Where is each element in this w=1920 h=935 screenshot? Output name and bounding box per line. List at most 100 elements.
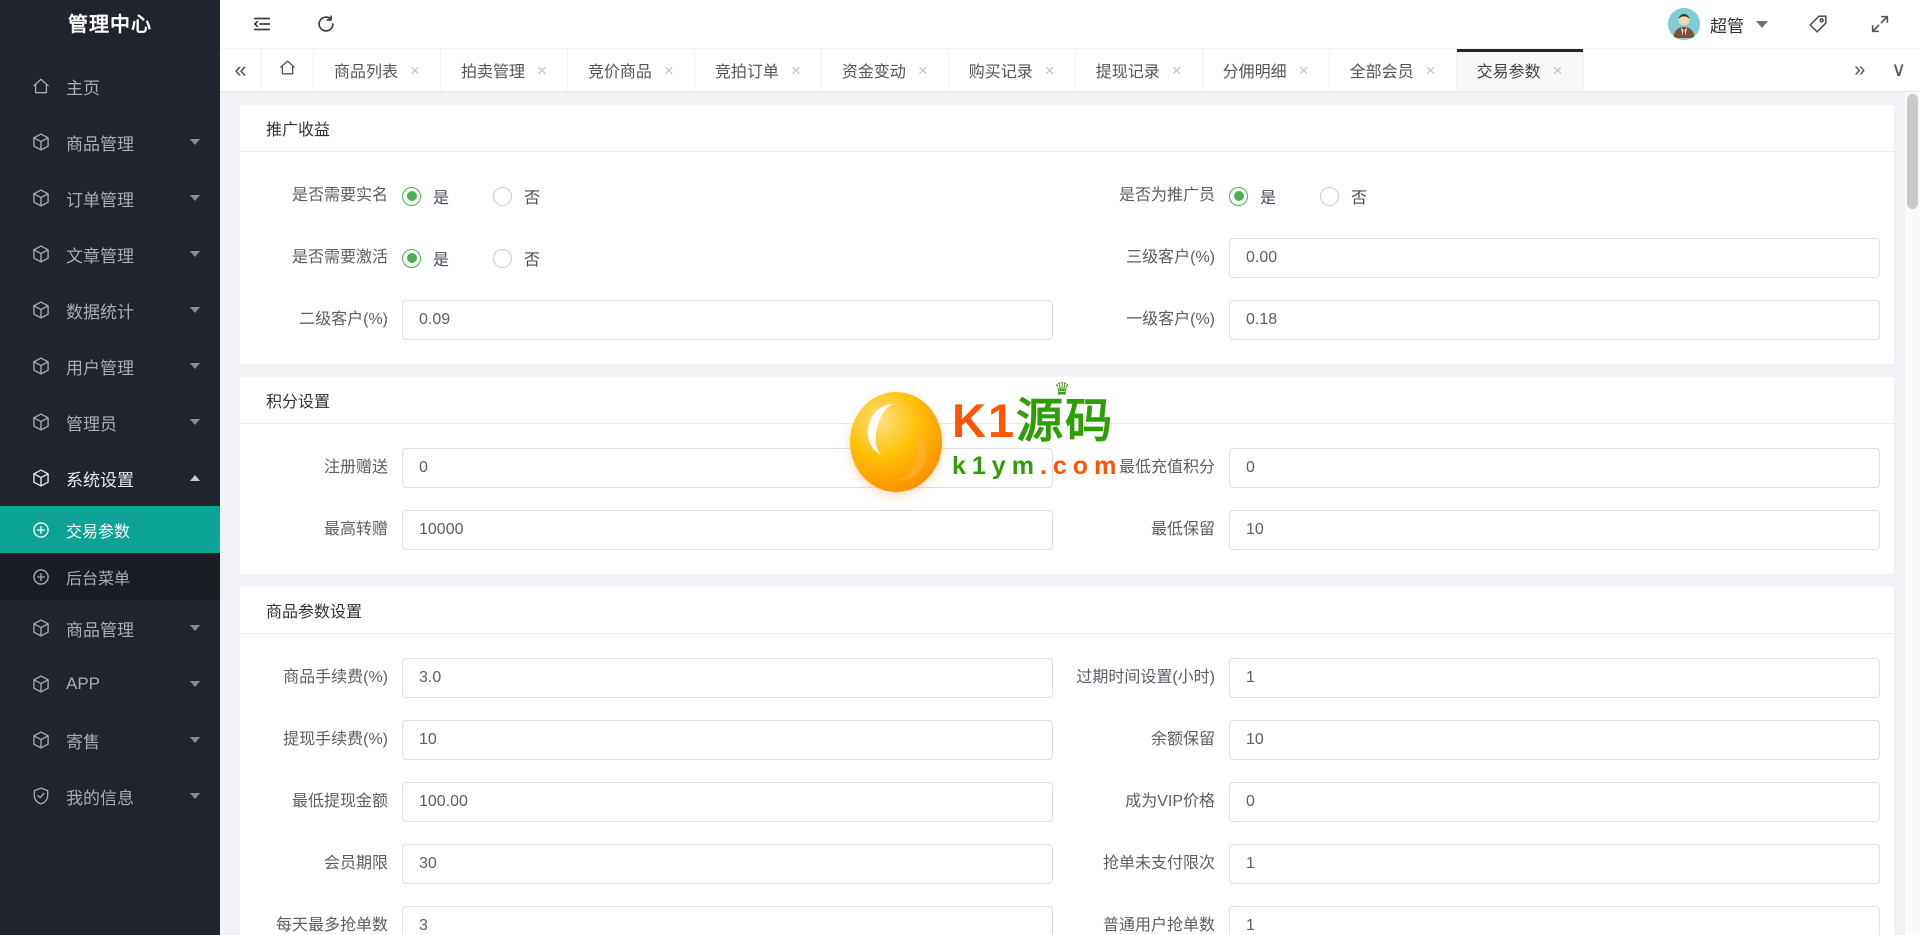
tag-icon[interactable] [1806,12,1830,36]
chevron-down-icon [1756,20,1768,28]
field-label: 成为VIP价格 [1125,793,1215,810]
tab-trade-params[interactable]: 交易参数 × [1456,49,1584,91]
radio-icon [1320,186,1340,206]
circle-plus-icon [30,519,52,541]
input-unpaid-grab-limit[interactable] [1229,844,1880,884]
sidebar-item-backend-menu[interactable]: 后台菜单 [0,553,220,600]
close-icon[interactable]: × [410,62,420,79]
tabs-scroll-right-button[interactable]: » [1854,60,1865,80]
sidebar-item-system-settings[interactable]: 系统设置 [0,450,220,506]
sidebar-item-label: 商品管理 [66,134,134,154]
collapse-menu-icon[interactable] [250,12,274,36]
tab-funds-change[interactable]: 资金变动 × [822,49,949,91]
tabs-host: 商品列表 × 拍卖管理 × 竞价商品 × 竞拍订单 × 资金变动 × 购买记录 … [314,49,1584,91]
input-register-gift[interactable] [402,448,1053,488]
close-icon[interactable]: × [664,62,674,79]
cube-icon [30,673,52,695]
close-icon[interactable]: × [1172,62,1182,79]
sidebar-item-home[interactable]: 主页 [0,58,220,114]
sidebar-item-order-manage[interactable]: 订单管理 [0,170,220,226]
sidebar-item-admin[interactable]: 管理员 [0,394,220,450]
user-menu[interactable]: 超管 [1668,8,1768,40]
input-level2-customer[interactable] [402,300,1053,340]
field-label: 二级客户(%) [299,311,388,328]
input-goods-fee[interactable] [402,658,1053,698]
sidebar-item-data-stats[interactable]: 数据统计 [0,282,220,338]
input-expire-hours[interactable] [1229,658,1880,698]
sidebar-item-goods-manage[interactable]: 商品管理 [0,114,220,170]
field-label: 是否为推广员 [1118,187,1215,204]
vertical-scrollbar [1905,92,1920,935]
input-withdraw-fee[interactable] [402,720,1053,760]
sidebar-item-label: 我的信息 [66,788,134,808]
form-row-real-name-required: 是否需要实名 是 否 [240,176,1067,216]
close-icon[interactable]: × [1426,62,1436,79]
radio-option[interactable]: 是 [1229,184,1276,208]
chevron-down-icon [190,195,200,201]
cube-icon [30,187,52,209]
close-icon[interactable]: × [1553,62,1563,79]
close-icon[interactable]: × [537,62,547,79]
radio-option[interactable]: 是 [402,246,449,270]
fullscreen-icon[interactable] [1868,12,1892,36]
radio-group: 是 否 [1229,184,1367,208]
radio-option[interactable]: 否 [1320,184,1367,208]
form-row-expire-hours: 过期时间设置(小时) [1067,658,1894,698]
chevron-up-icon [190,475,200,481]
tab-commission-detail[interactable]: 分佣明细 × [1203,49,1330,91]
close-icon[interactable]: × [1299,62,1309,79]
chevron-down-icon [190,139,200,145]
close-icon[interactable]: × [918,62,928,79]
sidebar-item-consign[interactable]: 寄售 [0,712,220,768]
tabbar: « 商品列表 × 拍卖管理 × 竞价商品 × 竞拍订单 × 资金变动 × 购买记… [220,49,1920,92]
form-row-goods-fee: 商品手续费(%) [240,658,1067,698]
refresh-icon[interactable] [314,12,338,36]
tab-label: 竞价商品 [587,64,652,81]
circle-plus-icon [30,566,52,588]
input-balance-reserve[interactable] [1229,720,1880,760]
tab-label: 购买记录 [968,64,1033,81]
field-label: 会员期限 [323,855,388,872]
tab-bid-goods[interactable]: 竞价商品 × [568,49,695,91]
tab-auction-manage[interactable]: 拍卖管理 × [441,49,568,91]
form-row-unpaid-grab-limit: 抢单未支付限次 [1067,844,1894,884]
tab-purchase-records[interactable]: 购买记录 × [949,49,1076,91]
input-level1-customer[interactable] [1229,300,1880,340]
field-label: 抢单未支付限次 [1102,855,1215,872]
sidebar-item-user-manage[interactable]: 用户管理 [0,338,220,394]
radio-option[interactable]: 否 [493,184,540,208]
sidebar-menu: 主页 商品管理 订单管理 文章管理 数据统计 用户管理 管理员 系统设置 交易参… [0,58,220,824]
tab-withdraw-records[interactable]: 提现记录 × [1076,49,1203,91]
tab-label: 拍卖管理 [460,64,525,81]
radio-option[interactable]: 否 [493,246,540,270]
input-min-withdraw[interactable] [402,782,1053,822]
radio-option[interactable]: 是 [402,184,449,208]
input-min-reserve[interactable] [1229,510,1880,550]
form-grid: 是否需要实名 是 否 是否为推广员 是 否 是否需要激活 是 否 三级客户(%)… [240,176,1894,362]
tab-auction-orders[interactable]: 竞拍订单 × [695,49,822,91]
sidebar-item-trade-params[interactable]: 交易参数 [0,506,220,553]
sidebar-item-my-info[interactable]: 我的信息 [0,768,220,824]
form-row-normal-user-grab: 普通用户抢单数 [1067,906,1894,935]
input-min-recharge-points[interactable] [1229,448,1880,488]
input-level3-customer[interactable] [1229,238,1880,278]
scrollbar-thumb[interactable] [1907,94,1918,209]
sidebar-item-article-manage[interactable]: 文章管理 [0,226,220,282]
tab-all-members[interactable]: 全部会员 × [1330,49,1457,91]
input-vip-price[interactable] [1229,782,1880,822]
radio-icon [493,186,513,206]
input-daily-grab-max[interactable] [402,906,1053,935]
tab-goods-list[interactable]: 商品列表 × [314,49,441,91]
field-label: 余额保留 [1150,731,1215,748]
tabs-scroll-left-button[interactable]: « [220,49,262,91]
input-normal-user-grab[interactable] [1229,906,1880,935]
field-label: 过期时间设置(小时) [1076,669,1215,686]
input-member-period[interactable] [402,844,1053,884]
sidebar-item-goods-manage-2[interactable]: 商品管理 [0,600,220,656]
tabs-dropdown-button[interactable]: ∨ [1891,60,1906,80]
close-icon[interactable]: × [791,62,801,79]
tab-home[interactable] [262,49,314,91]
sidebar-item-app[interactable]: APP [0,656,220,712]
close-icon[interactable]: × [1045,62,1055,79]
input-max-transfer[interactable] [402,510,1053,550]
